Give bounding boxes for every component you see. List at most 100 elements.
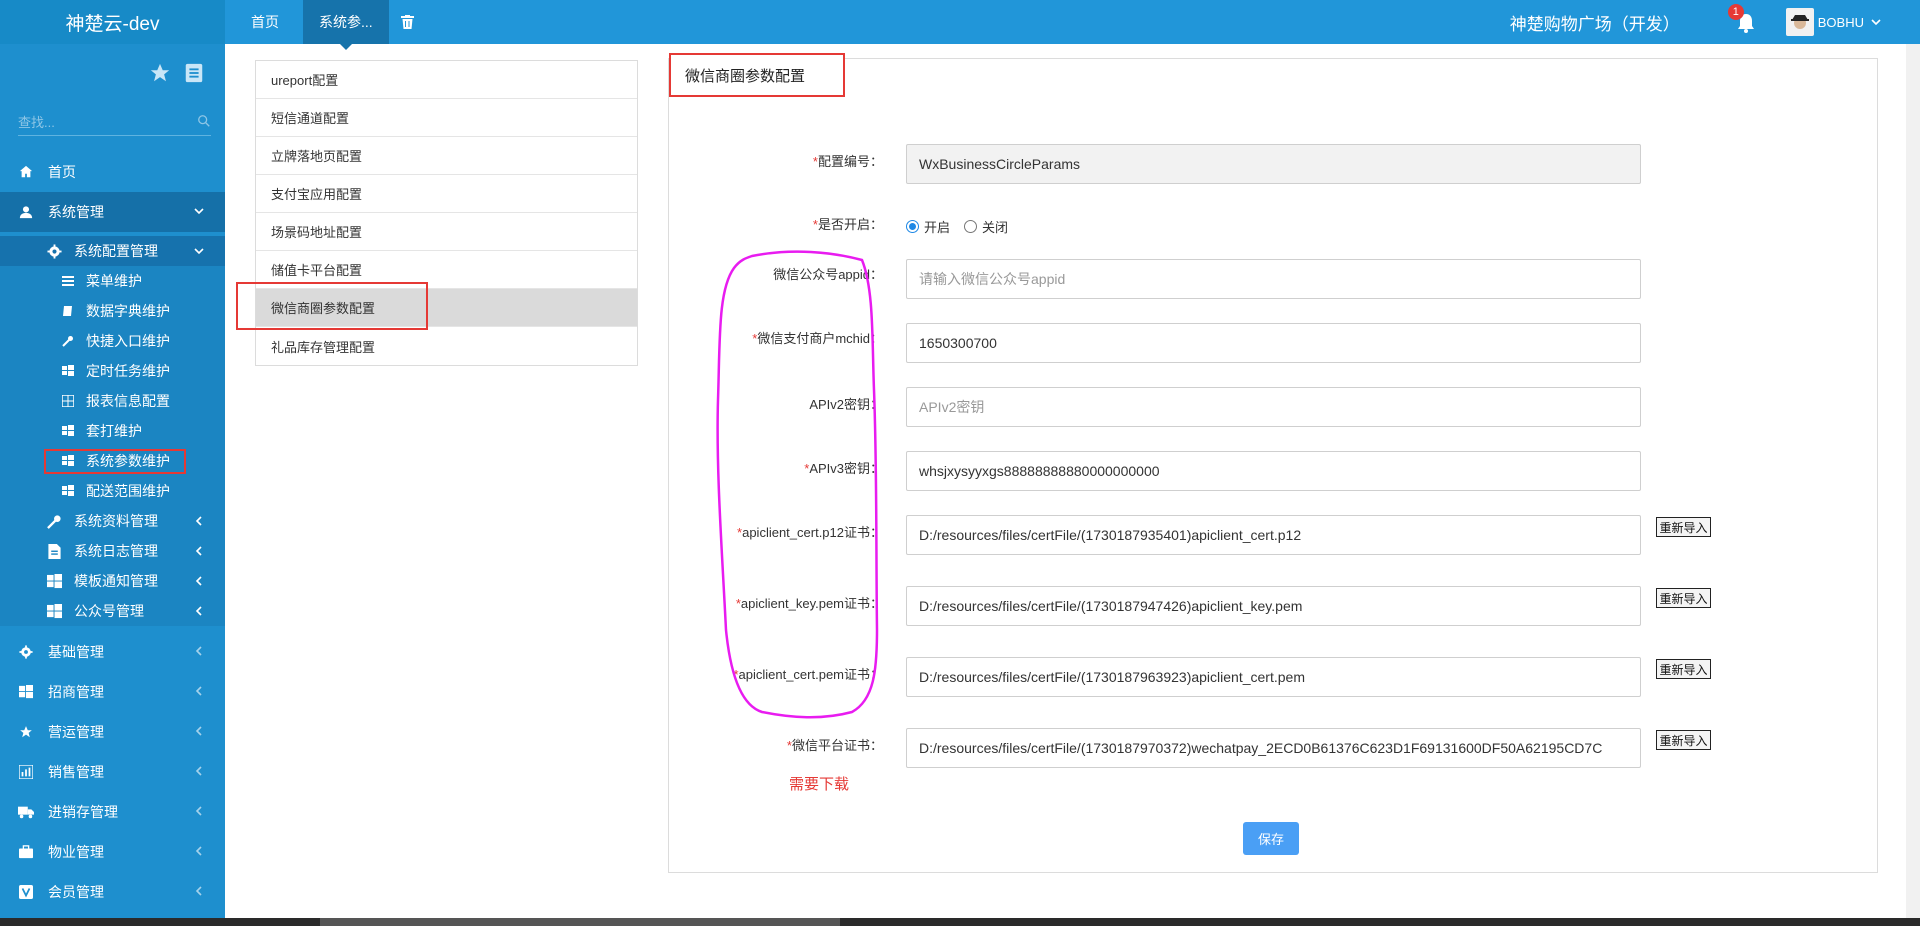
sidebar-item-operations[interactable]: 营运管理 xyxy=(0,712,225,752)
sidebar-item-print-template[interactable]: 套打维护 xyxy=(0,416,225,446)
window-icon xyxy=(62,365,74,377)
wechat-cert-input[interactable] xyxy=(906,728,1641,768)
sidebar-item-menu-maintenance[interactable]: 菜单维护 xyxy=(0,266,225,296)
enabled-radio-group: 开启 关闭 xyxy=(906,217,1022,236)
cert-p12-input[interactable] xyxy=(906,515,1641,555)
sidebar-item-template-notify[interactable]: 模板通知管理 xyxy=(0,566,225,596)
reimport-button[interactable]: 重新导入 xyxy=(1656,659,1711,679)
sidebar-item-label: 公众号管理 xyxy=(74,603,144,619)
config-item-scene-code[interactable]: 场景码地址配置 xyxy=(256,213,637,251)
briefcase-icon xyxy=(18,844,34,860)
config-item-ureport[interactable]: ureport配置 xyxy=(256,61,637,99)
config-no-field[interactable] xyxy=(906,144,1641,184)
sidebar-item-system-params[interactable]: 系统参数维护 xyxy=(0,446,225,476)
reimport-button[interactable]: 重新导入 xyxy=(1656,517,1711,537)
star-icon[interactable] xyxy=(149,62,171,84)
chevron-down-icon xyxy=(194,248,204,255)
notification-bell[interactable]: 1 xyxy=(1727,4,1760,36)
sidebar-item-shortcut-maintenance[interactable]: 快捷入口维护 xyxy=(0,326,225,356)
sidebar-item-system-config[interactable]: 系统配置管理 xyxy=(0,236,225,266)
save-button[interactable]: 保存 xyxy=(1243,822,1299,855)
sidebar-item-label: 会员管理 xyxy=(48,884,104,900)
sidebar-item-property[interactable]: 物业管理 xyxy=(0,832,225,872)
apiv2-input[interactable] xyxy=(906,387,1641,427)
sidebar-item-label: 快捷入口维护 xyxy=(86,333,170,349)
sidebar-item-dictionary-maintenance[interactable]: 数据字典维护 xyxy=(0,296,225,326)
chevron-down-icon xyxy=(1871,19,1881,26)
sidebar-item-label: 进销存管理 xyxy=(48,804,118,820)
mchid-input[interactable] xyxy=(906,323,1641,363)
sidebar-item-label: 系统资料管理 xyxy=(74,513,158,529)
config-item-sms-channel[interactable]: 短信通道配置 xyxy=(256,99,637,137)
radio-enabled-on[interactable] xyxy=(906,220,919,233)
scrollbar-thumb[interactable] xyxy=(320,918,840,926)
field-label: *微信支付商户mchid： xyxy=(752,331,883,346)
sidebar-item-label: 招商管理 xyxy=(48,684,104,700)
gear-icon xyxy=(46,243,62,259)
sidebar-item-member[interactable]: 会员管理 xyxy=(0,872,225,912)
chevron-left-icon xyxy=(195,846,202,856)
tab-system-params[interactable]: 系统参... xyxy=(303,0,389,50)
reimport-button[interactable]: 重新导入 xyxy=(1656,588,1711,608)
notification-badge: 1 xyxy=(1727,4,1744,20)
chevron-left-icon xyxy=(195,726,202,736)
windows-icon xyxy=(46,573,62,589)
user-name: BOBHU xyxy=(1817,14,1864,30)
chevron-down-icon xyxy=(194,208,204,215)
star-icon xyxy=(18,724,34,740)
appid-input[interactable] xyxy=(906,259,1641,299)
annotation-red-box xyxy=(44,449,186,474)
sidebar-item-label: 基础管理 xyxy=(48,644,104,660)
sidebar-item-system-data[interactable]: 系统资料管理 xyxy=(0,506,225,536)
chevron-left-icon xyxy=(195,546,202,556)
wrench-icon xyxy=(62,335,74,347)
cert-pem-input[interactable] xyxy=(906,657,1641,697)
config-item-standee-landing[interactable]: 立牌落地页配置 xyxy=(256,137,637,175)
sidebar-item-label: 销售管理 xyxy=(48,764,104,780)
windows-icon xyxy=(46,603,62,619)
chevron-left-icon xyxy=(195,686,202,696)
chevron-left-icon xyxy=(195,606,202,616)
sidebar-item-inventory[interactable]: 进销存管理 xyxy=(0,792,225,832)
top-bar: 首页 系统参... 神楚购物广场（开发） 1 BOBHU xyxy=(225,0,1920,50)
field-label: APIv2密钥： xyxy=(809,397,883,412)
sidebar-item-basic[interactable]: 基础管理 xyxy=(0,632,225,672)
brand-title[interactable]: 神楚云-dev xyxy=(0,0,225,44)
truck-icon xyxy=(18,804,34,820)
reimport-button[interactable]: 重新导入 xyxy=(1656,730,1711,750)
apiv3-input[interactable] xyxy=(906,451,1641,491)
mall-name[interactable]: 神楚购物广场（开发） xyxy=(1510,10,1680,35)
sidebar-item-investment[interactable]: 招商管理 xyxy=(0,672,225,712)
key-pem-input[interactable] xyxy=(906,586,1641,626)
field-label: *微信平台证书： xyxy=(786,738,883,753)
window-icon xyxy=(62,485,74,497)
sidebar-item-home[interactable]: 首页 xyxy=(0,152,225,192)
sidebar-item-system-log[interactable]: 系统日志管理 xyxy=(0,536,225,566)
sidebar-item-sales[interactable]: 销售管理 xyxy=(0,752,225,792)
trash-icon[interactable] xyxy=(397,0,419,44)
search-icon[interactable] xyxy=(197,114,211,128)
user-menu[interactable]: BOBHU xyxy=(1785,8,1882,36)
field-label: *apiclient_cert.p12证书： xyxy=(737,525,883,540)
sidebar-item-system-management[interactable]: 系统管理 xyxy=(0,192,225,232)
grid-icon xyxy=(62,395,74,407)
download-note: 需要下载 xyxy=(789,776,850,793)
config-item-gift-inventory[interactable]: 礼品库存管理配置 xyxy=(256,327,637,365)
sidebar-item-official-account[interactable]: 公众号管理 xyxy=(0,596,225,626)
gear-icon xyxy=(18,644,34,660)
vertical-scrollbar[interactable] xyxy=(1906,44,1920,926)
sidebar-item-label: 模板通知管理 xyxy=(74,573,158,589)
sidebar-item-label: 数据字典维护 xyxy=(86,303,170,319)
list-icon[interactable] xyxy=(183,62,205,84)
sidebar-item-delivery-range[interactable]: 配送范围维护 xyxy=(0,476,225,506)
field-label: *APIv3密钥： xyxy=(804,461,883,476)
sidebar-search xyxy=(18,110,211,136)
sidebar-item-scheduled-tasks[interactable]: 定时任务维护 xyxy=(0,356,225,386)
sidebar-item-label: 配送范围维护 xyxy=(86,483,170,499)
sidebar-search-input[interactable] xyxy=(18,110,211,134)
radio-enabled-off[interactable] xyxy=(964,220,978,233)
sidebar-item-report-config[interactable]: 报表信息配置 xyxy=(0,386,225,416)
horizontal-scrollbar[interactable] xyxy=(0,918,1920,926)
tab-home[interactable]: 首页 xyxy=(225,0,303,44)
config-item-alipay-app[interactable]: 支付宝应用配置 xyxy=(256,175,637,213)
